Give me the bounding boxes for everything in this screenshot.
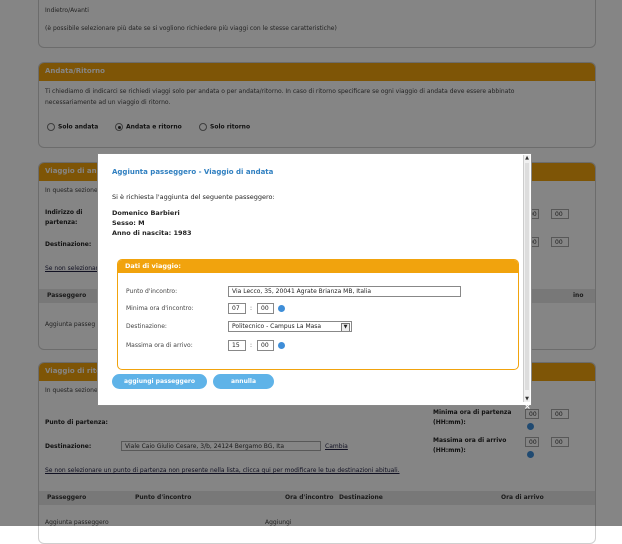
max-arrival-label: Massima ora di arrivo: [126, 342, 193, 349]
close-icon[interactable]: × [524, 402, 531, 411]
add-passenger-dialog: Aggiunta passeggero - Viaggio di andata … [97, 153, 532, 406]
time-separator: : [250, 342, 253, 349]
min-meeting-min-input[interactable]: 00 [257, 303, 274, 314]
passenger-name: Domenico Barbieri [112, 209, 180, 217]
scrollbar-thumb[interactable] [525, 163, 529, 390]
meeting-point-input[interactable]: Via Lecco, 35, 20041 Agrate Brianza MB, … [228, 286, 461, 297]
passenger-sex: Sesso: M [112, 219, 145, 227]
add-passenger-button[interactable]: aggiungi passeggero [112, 374, 207, 389]
destination-selected-value: Politecnico - Campus La Masa [232, 323, 322, 330]
cancel-button[interactable]: annulla [213, 374, 274, 389]
trip-data-title: Dati di viaggio: [118, 260, 518, 273]
destination-label: Destinazione: [126, 323, 167, 330]
min-meeting-hour-input[interactable]: 07 [228, 303, 246, 314]
max-arrival-hour-input[interactable]: 15 [228, 340, 246, 351]
destination-select[interactable]: Politecnico - Campus La Masa ▼ [228, 321, 352, 332]
trip-data-section: Dati di viaggio: Punto d'incontro: Via L… [117, 259, 519, 370]
scroll-up-icon[interactable]: ▲ [524, 155, 530, 161]
passenger-birth-year: Anno di nascita: 1983 [112, 229, 192, 237]
chevron-down-icon[interactable]: ▼ [341, 323, 350, 331]
time-separator: : [250, 305, 253, 312]
dialog-title: Aggiunta passeggero - Viaggio di andata [112, 168, 274, 176]
min-meeting-time-label: Minima ora d'incontro: [126, 305, 194, 312]
max-arrival-min-input[interactable]: 00 [257, 340, 274, 351]
dialog-scrollbar[interactable]: ▲ ▼ [523, 155, 530, 402]
meeting-point-label: Punto d'incontro: [126, 288, 178, 295]
clock-icon[interactable] [278, 305, 285, 312]
clock-icon[interactable] [278, 342, 285, 349]
request-text: Si è richiesta l'aggiunta del seguente p… [112, 193, 275, 201]
